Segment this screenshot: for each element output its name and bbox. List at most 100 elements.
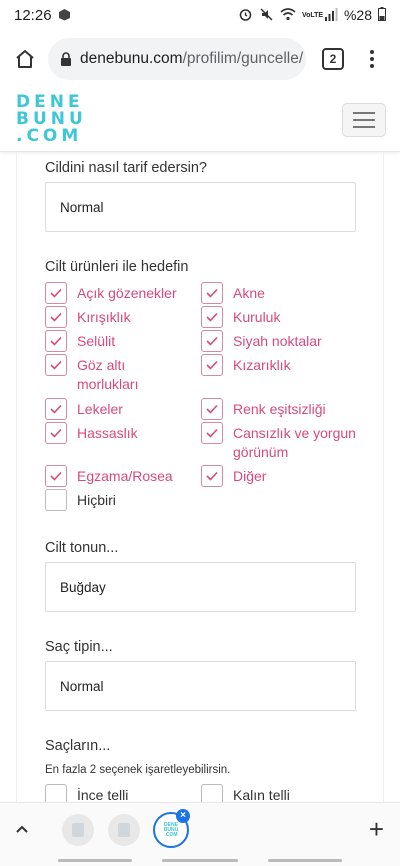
goal-option[interactable]: Cansızlık ve yorgun görünüm <box>201 422 373 462</box>
goal-option[interactable]: Akne <box>201 282 373 304</box>
tab-switcher-button[interactable]: 2 <box>322 48 344 70</box>
skin-tone-question-label: Cilt tonun... <box>45 540 119 556</box>
goals-question-label: Cilt ürünleri ile hedefin <box>45 259 189 275</box>
site-header: DENE BUNU .COM <box>0 86 400 152</box>
home-button[interactable] <box>10 44 40 74</box>
battery-icon <box>378 7 386 23</box>
goal-option[interactable]: Kızarıklık <box>201 354 373 376</box>
goal-option[interactable]: Göz altı morlukları <box>45 354 187 394</box>
goal-option[interactable]: Diğer <box>201 465 373 487</box>
goal-option[interactable]: Egzama/Rosea <box>45 465 197 487</box>
goal-option[interactable]: Kırışıklık <box>45 306 197 328</box>
goal-option-label: Hiçbiri <box>77 492 116 508</box>
status-bar: 12:26 VoLTE %28 <box>0 0 400 30</box>
goal-option-label: Renk eşitsizliği <box>233 401 326 417</box>
status-time: 12:26 <box>14 6 52 24</box>
goal-option-label: Egzama/Rosea <box>77 468 173 484</box>
page-icon <box>118 823 130 837</box>
goal-option[interactable]: Açık gözenekler <box>45 282 197 304</box>
logo-line: .COM <box>16 126 83 146</box>
profile-form: Cildini nasıl tarif edersin? Normal Cilt… <box>0 152 400 802</box>
hamburger-bar <box>353 112 375 114</box>
checkbox-checked[interactable] <box>45 354 67 376</box>
menu-dot <box>370 57 374 61</box>
url-domain: denebunu.com <box>80 50 183 67</box>
menu-dot <box>370 64 374 68</box>
new-tab-button[interactable]: + <box>369 816 384 842</box>
goal-option-label: Siyah noktalar <box>233 333 322 349</box>
goal-option[interactable]: Hiçbiri <box>45 489 197 511</box>
checkbox-checked[interactable] <box>45 330 67 352</box>
close-tab-icon[interactable]: × <box>176 809 190 823</box>
volte-icon: VoLTE <box>301 11 324 19</box>
hamburger-bar <box>353 119 375 121</box>
tab-thumbnail[interactable] <box>108 814 140 846</box>
wifi-icon <box>280 7 296 23</box>
site-logo[interactable]: DENE BUNU .COM <box>16 94 83 146</box>
nav-handle <box>162 859 238 862</box>
checkbox-checked[interactable] <box>201 282 223 304</box>
goal-option-label: Açık gözenekler <box>77 285 177 301</box>
checkbox-checked[interactable] <box>201 330 223 352</box>
checkbox-checked[interactable] <box>201 465 223 487</box>
hamburger-bar <box>353 126 375 128</box>
checkbox-unchecked[interactable] <box>45 784 67 802</box>
hair-hint: En fazla 2 seçenek işaretleyebilirsin. <box>45 764 231 776</box>
checkbox-checked[interactable] <box>201 354 223 376</box>
goal-option[interactable]: Siyah noktalar <box>201 330 373 352</box>
goal-option[interactable]: Kuruluk <box>201 306 373 328</box>
checkbox-checked[interactable] <box>45 282 67 304</box>
goal-option[interactable]: Lekeler <box>45 398 197 420</box>
checkbox-checked[interactable] <box>201 422 223 444</box>
skin-question-label: Cildini nasıl tarif edersin? <box>45 160 207 176</box>
checkbox-checked[interactable] <box>45 398 67 420</box>
mini-logo: DENE BUNU .COM <box>164 822 178 838</box>
hair-option[interactable]: Kalın telli <box>201 784 373 802</box>
goal-option-label: Lekeler <box>77 401 123 417</box>
goal-option-label: Kırışıklık <box>77 309 131 325</box>
goal-option-label: Kızarıklık <box>233 357 291 373</box>
hair-type-select[interactable]: Normal <box>45 661 356 711</box>
checkbox-unchecked[interactable] <box>201 784 223 802</box>
goal-option-label: Kuruluk <box>233 309 281 325</box>
mini-logo-line: .COM <box>164 831 178 838</box>
goal-option-label: Selülit <box>77 333 116 349</box>
hair-option-label: İnce telli <box>77 787 129 802</box>
page-icon <box>72 823 84 837</box>
chevron-up-icon[interactable] <box>14 821 30 842</box>
skin-tone-select[interactable]: Buğday <box>45 562 356 612</box>
hair-type-question-label: Saç tipin... <box>45 639 113 655</box>
goal-option-label: Hassaslık <box>77 425 138 441</box>
hamburger-menu-button[interactable] <box>342 103 386 137</box>
checkbox-unchecked[interactable] <box>45 489 67 511</box>
goal-option[interactable]: Hassaslık <box>45 422 197 444</box>
checkbox-checked[interactable] <box>45 465 67 487</box>
checkbox-checked[interactable] <box>45 306 67 328</box>
goal-option-label: Cansızlık ve yorgun görünüm <box>233 425 356 460</box>
alarm-icon <box>238 7 253 24</box>
notification-icon <box>58 8 71 23</box>
menu-dot <box>370 50 374 54</box>
url-path: /profilim/guncelle/ <box>182 50 304 67</box>
mute-icon <box>259 7 274 24</box>
overflow-menu-button[interactable] <box>362 50 382 68</box>
browser-toolbar: denebunu.com/profilim/guncelle/ 2 <box>0 36 400 82</box>
goal-option[interactable]: Renk eşitsizliği <box>201 398 373 420</box>
hair-option-label: Kalın telli <box>233 787 290 802</box>
hair-option[interactable]: İnce telli <box>45 784 197 802</box>
goal-option-label: Akne <box>233 285 265 301</box>
lock-icon <box>60 51 72 67</box>
address-bar[interactable]: denebunu.com/profilim/guncelle/ <box>48 38 306 80</box>
goal-option[interactable]: Selülit <box>45 330 197 352</box>
signal-icon <box>324 7 338 23</box>
checkbox-checked[interactable] <box>45 422 67 444</box>
nav-handle <box>58 859 132 862</box>
checkbox-checked[interactable] <box>201 398 223 420</box>
nav-handle <box>268 859 342 862</box>
home-icon <box>16 50 34 68</box>
skin-select[interactable]: Normal <box>45 182 356 232</box>
tab-thumbnail[interactable] <box>62 814 94 846</box>
goal-option-label: Diğer <box>233 468 267 484</box>
checkbox-checked[interactable] <box>201 306 223 328</box>
battery-percent: %28 <box>343 7 372 23</box>
